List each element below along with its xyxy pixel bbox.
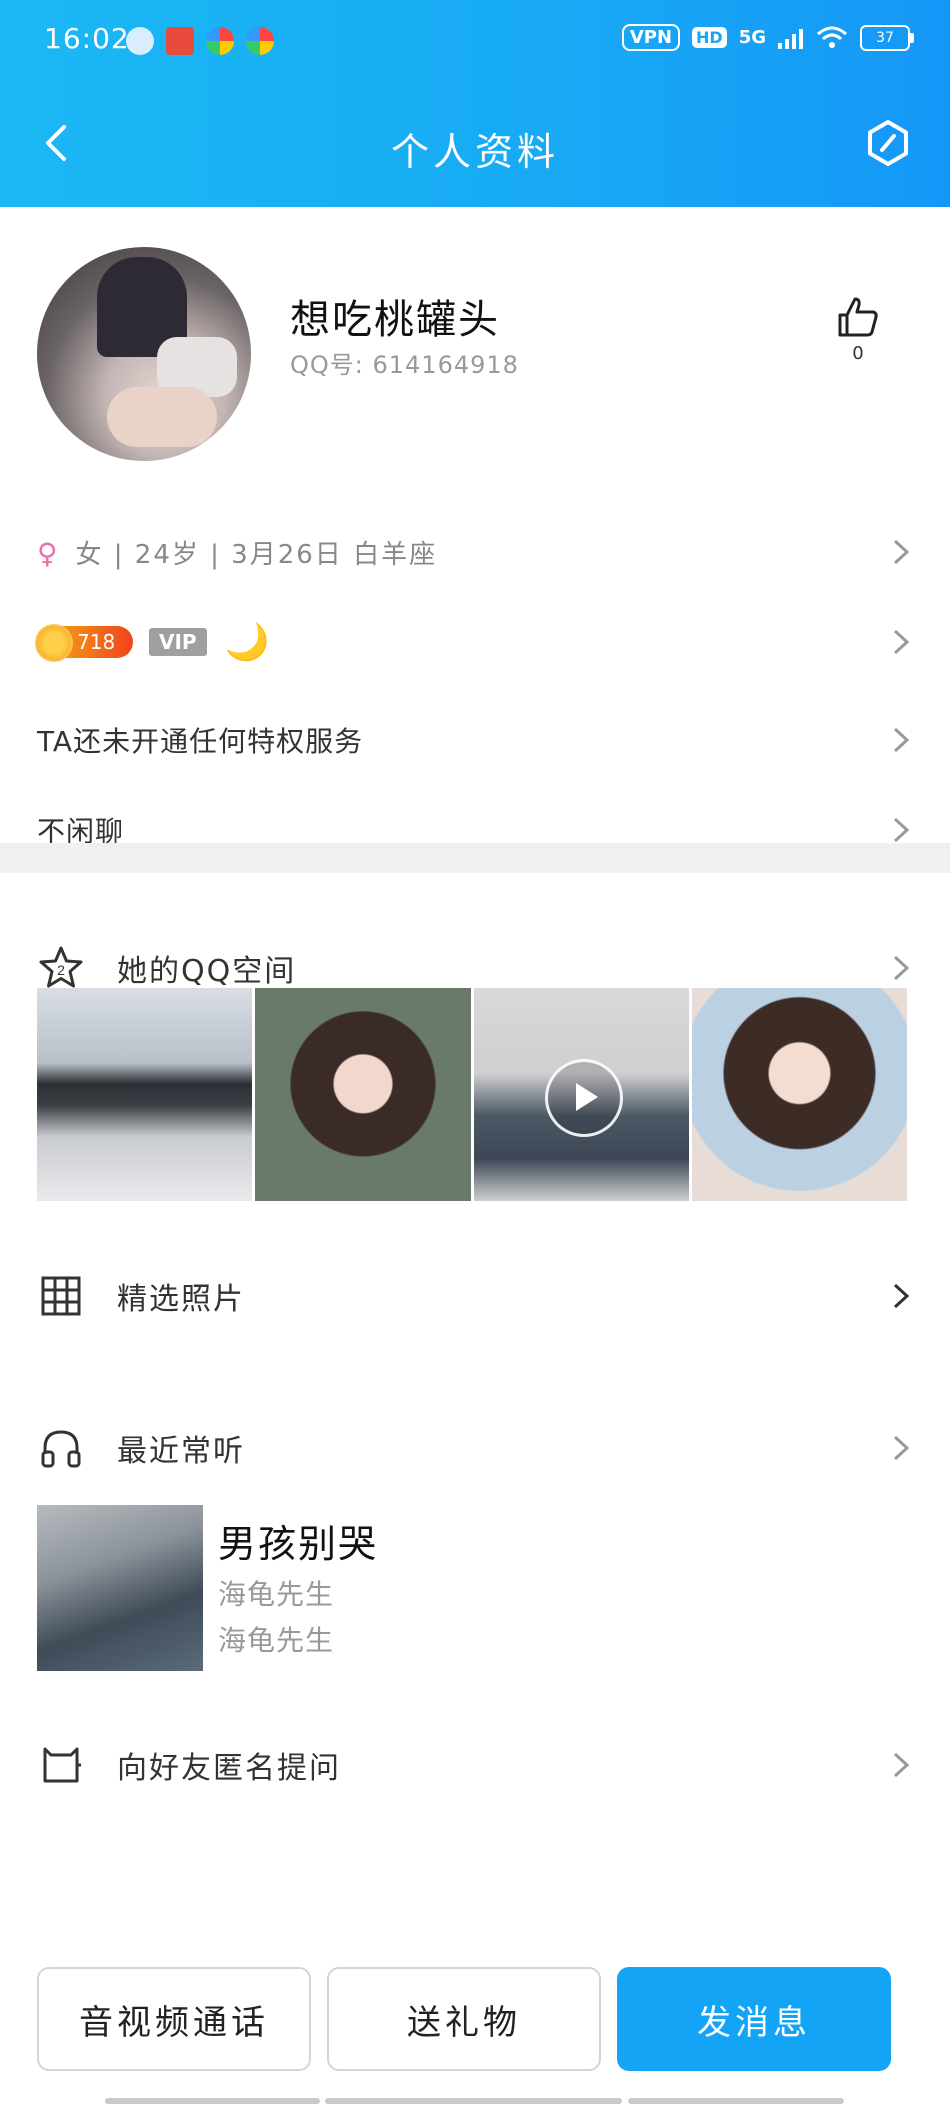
status-bar: 16:02 VPN HD 5G 37 (0, 0, 950, 90)
song-album: 海龟先生 (218, 1624, 335, 1657)
anonymous-question-row[interactable]: 向好友匿名提问 (0, 1725, 950, 1805)
basic-info-text: 女 | 24岁 | 3月26日 白羊座 (75, 539, 438, 570)
qzone-photos (37, 988, 907, 1201)
photo-thumbnail[interactable] (37, 988, 253, 1201)
app-icon-3 (206, 27, 234, 55)
chevron-right-icon (893, 1435, 910, 1461)
chevron-right-icon (893, 539, 910, 565)
page-title: 个人资料 (390, 130, 559, 174)
status-time: 16:02 (44, 22, 130, 55)
photo-thumbnail[interactable] (255, 988, 471, 1201)
network-label: 5G (738, 27, 766, 48)
featured-photos-row[interactable]: 精选照片 (0, 1256, 950, 1336)
qzone-label: 她的QQ空间 (117, 954, 297, 989)
thumbs-up-icon (838, 297, 878, 337)
chevron-right-icon (893, 817, 910, 843)
svg-text:2: 2 (57, 962, 65, 978)
vpn-badge: VPN (621, 24, 681, 51)
section-divider (0, 843, 950, 873)
photo-thumbnail[interactable] (691, 988, 907, 1201)
video-thumbnail[interactable] (473, 988, 689, 1201)
qq-number: QQ号: 614164918 (290, 351, 519, 379)
album-cover[interactable] (37, 1505, 203, 1671)
moon-icon: 🌙 (224, 622, 270, 663)
space-section: 2 她的QQ空间 精选照片 最近常听 男孩别哭 海龟先生 海龟先生 向好友匿名提… (0, 873, 950, 1953)
privilege-row[interactable]: TA还未开通任何特权服务 (0, 700, 950, 780)
basic-info-row[interactable]: ♀ 女 | 24岁 | 3月26日 白羊座 (0, 512, 950, 592)
battery-indicator: 37 (860, 24, 914, 51)
nav-bar: 个人资料 (0, 105, 950, 185)
play-icon (545, 1058, 624, 1137)
anonymous-question-label: 向好友匿名提问 (117, 1751, 341, 1786)
song-title[interactable]: 男孩别哭 (218, 1513, 378, 1568)
app-icon-2 (166, 27, 194, 55)
recent-music-label: 最近常听 (117, 1434, 245, 1469)
grid-icon (41, 1276, 81, 1316)
send-gift-button[interactable]: 送礼物 (327, 1967, 601, 2071)
send-message-button[interactable]: 发消息 (617, 1967, 891, 2071)
headphones-icon (41, 1430, 81, 1468)
notification-icons (126, 27, 274, 55)
featured-photos-label: 精选照片 (117, 1282, 245, 1317)
level-row[interactable]: 718 VIP 🌙 (0, 602, 950, 682)
level-badge: 718 (35, 624, 133, 662)
video-call-button[interactable]: 音视频通话 (37, 1967, 311, 2071)
like-count: 0 (852, 343, 864, 364)
profile-card: 想吃桃罐头 QQ号: 614164918 0 ♀ 女 | 24岁 | 3月26日 … (0, 207, 950, 848)
wifi-icon (817, 26, 847, 48)
gesture-bar (105, 2098, 320, 2104)
hd-badge: HD (692, 27, 727, 48)
chevron-right-icon (893, 727, 910, 753)
chevron-right-icon (893, 629, 910, 655)
bottom-action-bar: 音视频通话 送礼物 发消息 (0, 1953, 950, 2111)
chevron-right-icon (893, 1283, 910, 1309)
recent-music-row[interactable]: 最近常听 (0, 1408, 950, 1488)
song-artist: 海龟先生 (218, 1578, 335, 1611)
female-icon: ♀ (37, 536, 60, 570)
avatar[interactable] (37, 247, 251, 461)
chevron-right-icon (893, 1752, 910, 1778)
app-icon-1 (126, 27, 154, 55)
nickname: 想吃桃罐头 (290, 297, 500, 343)
settings-hexagon-icon[interactable] (864, 119, 912, 167)
app-icon-4 (246, 27, 274, 55)
gesture-bar (628, 2098, 844, 2104)
privilege-text: TA还未开通任何特权服务 (37, 725, 364, 758)
status-right: VPN HD 5G 37 (621, 24, 914, 51)
vip-badge: VIP (149, 628, 207, 656)
gesture-bar (325, 2098, 622, 2104)
chevron-right-icon (893, 955, 910, 981)
cat-box-icon (43, 1747, 81, 1783)
qzone-star-icon: 2 (39, 946, 83, 988)
signal-icon (778, 28, 803, 49)
like-button[interactable]: 0 (830, 295, 886, 364)
header: 16:02 VPN HD 5G 37 个人资料 (0, 0, 950, 207)
